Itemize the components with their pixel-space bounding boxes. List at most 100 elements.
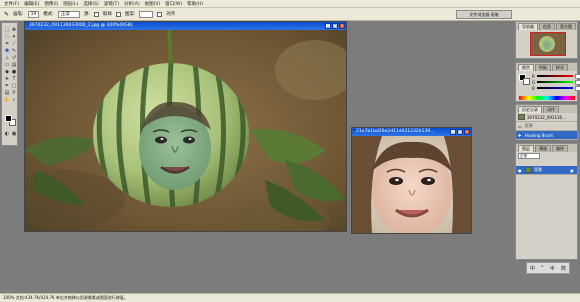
channel-g-value[interactable]: 0: [575, 79, 580, 85]
ime-mode-chinese[interactable]: 中: [530, 265, 535, 272]
quick-mask-icon[interactable]: ◐: [4, 131, 10, 137]
shape-tool-icon[interactable]: ▢: [11, 83, 17, 89]
foreground-color-swatch[interactable]: [5, 115, 12, 122]
slider-bar-r[interactable]: [537, 75, 573, 77]
navigator-thumbnail[interactable]: [530, 32, 566, 56]
tab-histogram[interactable]: 直方图: [556, 23, 576, 30]
tab-channels[interactable]: 通道: [535, 145, 551, 152]
tab-layers[interactable]: 图层: [518, 145, 534, 152]
aligned-checkbox[interactable]: [157, 11, 163, 17]
slider-blue[interactable]: B 0: [516, 85, 580, 91]
marquee-tool-icon[interactable]: ⬚: [4, 27, 10, 33]
slider-bar-b[interactable]: [537, 87, 573, 89]
zoom-tool-icon[interactable]: ⌕: [11, 97, 17, 103]
magic-wand-tool-icon[interactable]: ✦: [11, 34, 17, 40]
slice-tool-icon[interactable]: ⟋: [11, 41, 17, 47]
mode-label: 模式:: [43, 12, 54, 17]
ime-punctuation[interactable]: °: [541, 265, 544, 271]
pattern-picker[interactable]: [139, 10, 154, 18]
healing-brush-tool-icon[interactable]: ✚: [4, 48, 10, 54]
blend-mode-select[interactable]: 正常: [518, 153, 540, 159]
document-window-main: 3970232_091136633000_2.jpg @ 100%(RGB) _…: [24, 21, 347, 232]
dodge-tool-icon[interactable]: ●: [11, 69, 17, 75]
menu-select[interactable]: 选择(S): [83, 1, 98, 7]
minimize-icon[interactable]: _: [325, 23, 331, 29]
crop-tool-icon[interactable]: ⌗: [4, 41, 10, 47]
notes-tool-icon[interactable]: ▤: [4, 90, 10, 96]
menu-analysis[interactable]: 分析(A): [124, 1, 140, 7]
ime-simplified[interactable]: 简: [561, 265, 566, 272]
healing-brush-icon: ✚: [518, 132, 522, 138]
ime-half-width[interactable]: 半: [550, 265, 555, 272]
menu-help[interactable]: 帮助(H): [187, 1, 203, 7]
lasso-tool-icon[interactable]: ◌: [4, 34, 10, 40]
history-item-selected[interactable]: ✚ Healing Brush: [516, 131, 577, 140]
source-pattern-radio[interactable]: [115, 11, 121, 17]
blur-tool-icon[interactable]: ◆: [4, 69, 10, 75]
history-brush-tool-icon[interactable]: ↺: [11, 55, 17, 61]
image-canvas-source[interactable]: [352, 136, 471, 233]
tab-navigator[interactable]: 导航器: [518, 23, 538, 30]
document-title-bar-2[interactable]: 21e7b1bd26e2d11d431232b139... _ □ ×: [352, 128, 471, 136]
navigator-panel: 导航器 信息 直方图: [515, 21, 578, 59]
channel-g-label: G: [532, 79, 536, 85]
source-sampled-label: 取样: [102, 12, 112, 17]
eraser-tool-icon[interactable]: ▭: [4, 62, 10, 68]
color-ramp[interactable]: [519, 96, 575, 100]
menu-image[interactable]: 图像(I): [44, 1, 58, 7]
menu-file[interactable]: 文件(F): [4, 1, 19, 7]
tab-info[interactable]: 信息: [539, 23, 555, 30]
close-icon[interactable]: ×: [464, 129, 470, 135]
document-title-2: 21e7b1bd26e2d11d431232b139...: [356, 129, 435, 134]
tab-color[interactable]: 颜色: [518, 64, 534, 71]
slider-bar-g[interactable]: [537, 81, 573, 83]
aligned-label: 对齐: [166, 12, 176, 17]
minimize-icon[interactable]: _: [450, 129, 456, 135]
menu-window[interactable]: 窗口(W): [165, 1, 182, 7]
history-item-label: 打开: [525, 123, 533, 128]
menu-filter[interactable]: 滤镜(T): [104, 1, 119, 7]
hand-tool-icon[interactable]: ✋: [4, 97, 10, 103]
history-item[interactable]: ▭ 打开: [516, 122, 577, 131]
tab-styles[interactable]: 样式: [552, 64, 568, 71]
pen-tool-icon[interactable]: ✒: [4, 83, 10, 89]
toolbox: ⬚ ✥ ◌ ✦ ⌗ ⟋ ✚ ✎ ⊥ ↺ ▭ ▤ ◆ ● ➤ T ✒ ▢ ▤ ⚲ …: [1, 22, 18, 146]
palette-well-tab[interactable]: 文件浏览器 画笔: [456, 10, 512, 19]
close-icon[interactable]: ×: [339, 23, 345, 29]
tab-history[interactable]: 历史记录: [518, 106, 542, 113]
menu-edit[interactable]: 编辑(E): [24, 1, 39, 7]
layers-options: 正常: [516, 152, 577, 160]
tab-actions[interactable]: 动作: [543, 106, 559, 113]
healing-brush-icon[interactable]: ✎: [4, 11, 9, 18]
tab-swatches[interactable]: 色板: [535, 64, 551, 71]
history-snapshot-thumbnail: [518, 114, 525, 120]
menu-view[interactable]: 视图(V): [145, 1, 161, 7]
brush-size-field[interactable]: 19: [27, 10, 40, 18]
visibility-eye-icon[interactable]: ●: [518, 168, 523, 173]
clone-stamp-tool-icon[interactable]: ⊥: [4, 55, 10, 61]
channel-b-value[interactable]: 0: [575, 85, 580, 91]
move-tool-icon[interactable]: ✥: [11, 27, 17, 33]
eyedropper-tool-icon[interactable]: ⚲: [11, 90, 17, 96]
layer-row-selected[interactable]: ● 背景 ▣: [516, 166, 577, 175]
image-canvas-main[interactable]: [25, 30, 346, 231]
type-tool-icon[interactable]: T: [11, 76, 17, 82]
tab-paths[interactable]: 路径: [552, 145, 568, 152]
history-item[interactable]: 3970232_091136...: [516, 113, 577, 122]
document-title: 3970232_091136633000_2.jpg @ 100%(RGB): [29, 23, 133, 28]
channel-r-value[interactable]: 0: [575, 73, 580, 79]
maximize-icon[interactable]: □: [332, 23, 338, 29]
document-title-bar[interactable]: 3970232_091136633000_2.jpg @ 100%(RGB) _…: [25, 22, 346, 30]
history-item-label: 3970232_091136...: [527, 114, 566, 120]
channel-r-label: R: [532, 73, 535, 79]
maximize-icon[interactable]: □: [457, 129, 463, 135]
source-sampled-radio[interactable]: [93, 11, 99, 17]
menu-layer[interactable]: 图层(L): [63, 1, 78, 7]
brush-tool-icon[interactable]: ✎: [11, 48, 17, 54]
layers-tabs: 图层 通道 路径: [516, 144, 577, 152]
mode-select[interactable]: 正常: [57, 10, 80, 18]
path-select-tool-icon[interactable]: ➤: [4, 76, 10, 82]
ime-status-bar[interactable]: 中 ° 半 简: [526, 262, 570, 274]
screen-mode-icon[interactable]: ▣: [11, 131, 17, 137]
gradient-tool-icon[interactable]: ▤: [11, 62, 17, 68]
